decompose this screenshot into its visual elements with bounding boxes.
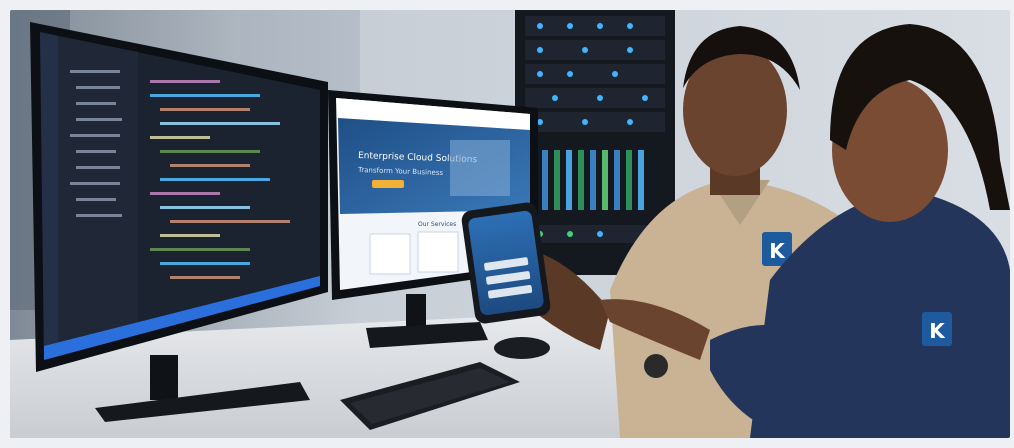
office-photo: Enterprise Cloud Solutions Transform You… — [10, 10, 1010, 438]
ide-file-explorer — [58, 36, 138, 356]
woman-logo-letter: K — [929, 319, 946, 343]
photo-stage: Enterprise Cloud Solutions Transform You… — [0, 0, 1014, 448]
website-cta-button — [372, 180, 404, 188]
mouse — [494, 337, 550, 359]
man-logo-letter: K — [769, 239, 786, 263]
man-watch — [644, 354, 668, 378]
office-scene: Enterprise Cloud Solutions Transform You… — [10, 10, 1010, 438]
website-service-card-1 — [369, 233, 411, 275]
website-hero-image — [450, 140, 510, 196]
smartphone — [461, 202, 551, 324]
left-monitor-stand — [150, 355, 178, 400]
website-section-title: Our Services — [418, 221, 456, 228]
website-service-card-2 — [417, 231, 459, 273]
